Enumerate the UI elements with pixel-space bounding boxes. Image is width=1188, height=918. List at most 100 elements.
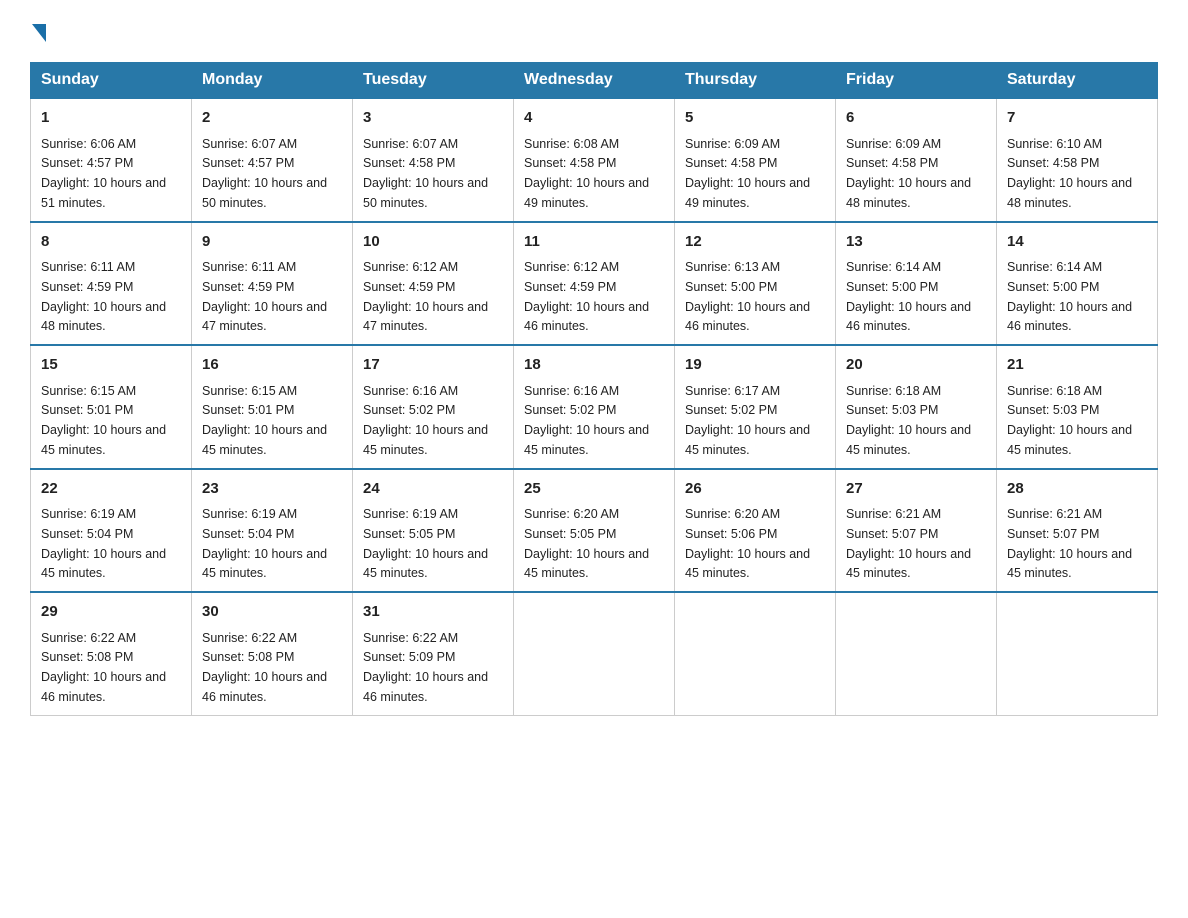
calendar-week-row: 8 Sunrise: 6:11 AM Sunset: 4:59 PM Dayli…: [31, 222, 1158, 346]
day-number: 30: [202, 601, 342, 624]
sunset-info: Sunset: 4:58 PM: [846, 156, 938, 170]
calendar-cell: 14 Sunrise: 6:14 AM Sunset: 5:00 PM Dayl…: [997, 222, 1158, 346]
daylight-info: Daylight: 10 hours and 45 minutes.: [41, 547, 166, 581]
calendar-cell: 3 Sunrise: 6:07 AM Sunset: 4:58 PM Dayli…: [353, 98, 514, 222]
calendar-header: SundayMondayTuesdayWednesdayThursdayFrid…: [31, 63, 1158, 99]
daylight-info: Daylight: 10 hours and 51 minutes.: [41, 176, 166, 210]
sunset-info: Sunset: 5:07 PM: [1007, 527, 1099, 541]
sunrise-info: Sunrise: 6:16 AM: [363, 384, 458, 398]
sunset-info: Sunset: 5:07 PM: [846, 527, 938, 541]
daylight-info: Daylight: 10 hours and 45 minutes.: [524, 423, 649, 457]
calendar-cell: 11 Sunrise: 6:12 AM Sunset: 4:59 PM Dayl…: [514, 222, 675, 346]
sunset-info: Sunset: 5:02 PM: [363, 403, 455, 417]
sunset-info: Sunset: 5:04 PM: [41, 527, 133, 541]
sunrise-info: Sunrise: 6:15 AM: [41, 384, 136, 398]
calendar-cell: 2 Sunrise: 6:07 AM Sunset: 4:57 PM Dayli…: [192, 98, 353, 222]
sunrise-info: Sunrise: 6:21 AM: [1007, 507, 1102, 521]
day-number: 4: [524, 107, 664, 130]
calendar-cell: 22 Sunrise: 6:19 AM Sunset: 5:04 PM Dayl…: [31, 469, 192, 593]
sunrise-info: Sunrise: 6:08 AM: [524, 137, 619, 151]
sunrise-info: Sunrise: 6:14 AM: [846, 260, 941, 274]
daylight-info: Daylight: 10 hours and 46 minutes.: [41, 670, 166, 704]
sunrise-info: Sunrise: 6:18 AM: [846, 384, 941, 398]
logo: [30, 20, 46, 44]
calendar-cell: 31 Sunrise: 6:22 AM Sunset: 5:09 PM Dayl…: [353, 592, 514, 715]
day-number: 19: [685, 354, 825, 377]
sunrise-info: Sunrise: 6:18 AM: [1007, 384, 1102, 398]
sunrise-info: Sunrise: 6:19 AM: [363, 507, 458, 521]
sunset-info: Sunset: 5:08 PM: [202, 650, 294, 664]
day-header-thursday: Thursday: [675, 63, 836, 99]
sunset-info: Sunset: 4:59 PM: [41, 280, 133, 294]
sunrise-info: Sunrise: 6:19 AM: [41, 507, 136, 521]
daylight-info: Daylight: 10 hours and 45 minutes.: [846, 547, 971, 581]
calendar-cell: 13 Sunrise: 6:14 AM Sunset: 5:00 PM Dayl…: [836, 222, 997, 346]
daylight-info: Daylight: 10 hours and 49 minutes.: [685, 176, 810, 210]
calendar-cell: 30 Sunrise: 6:22 AM Sunset: 5:08 PM Dayl…: [192, 592, 353, 715]
day-number: 25: [524, 478, 664, 501]
sunset-info: Sunset: 4:59 PM: [202, 280, 294, 294]
sunset-info: Sunset: 5:01 PM: [41, 403, 133, 417]
calendar-cell: 27 Sunrise: 6:21 AM Sunset: 5:07 PM Dayl…: [836, 469, 997, 593]
day-header-wednesday: Wednesday: [514, 63, 675, 99]
daylight-info: Daylight: 10 hours and 45 minutes.: [202, 423, 327, 457]
sunset-info: Sunset: 4:59 PM: [363, 280, 455, 294]
calendar-cell: [997, 592, 1158, 715]
sunset-info: Sunset: 4:58 PM: [524, 156, 616, 170]
daylight-info: Daylight: 10 hours and 48 minutes.: [41, 300, 166, 334]
sunset-info: Sunset: 5:06 PM: [685, 527, 777, 541]
day-header-monday: Monday: [192, 63, 353, 99]
daylight-info: Daylight: 10 hours and 45 minutes.: [363, 423, 488, 457]
calendar-week-row: 29 Sunrise: 6:22 AM Sunset: 5:08 PM Dayl…: [31, 592, 1158, 715]
sunrise-info: Sunrise: 6:06 AM: [41, 137, 136, 151]
day-number: 26: [685, 478, 825, 501]
sunrise-info: Sunrise: 6:21 AM: [846, 507, 941, 521]
logo-arrow-icon: [32, 24, 46, 42]
day-header-tuesday: Tuesday: [353, 63, 514, 99]
day-number: 10: [363, 231, 503, 254]
day-number: 3: [363, 107, 503, 130]
sunrise-info: Sunrise: 6:09 AM: [846, 137, 941, 151]
sunset-info: Sunset: 5:00 PM: [1007, 280, 1099, 294]
calendar-cell: 17 Sunrise: 6:16 AM Sunset: 5:02 PM Dayl…: [353, 345, 514, 469]
day-header-friday: Friday: [836, 63, 997, 99]
sunset-info: Sunset: 5:03 PM: [846, 403, 938, 417]
calendar-cell: 29 Sunrise: 6:22 AM Sunset: 5:08 PM Dayl…: [31, 592, 192, 715]
calendar-cell: 20 Sunrise: 6:18 AM Sunset: 5:03 PM Dayl…: [836, 345, 997, 469]
sunset-info: Sunset: 5:00 PM: [685, 280, 777, 294]
calendar-week-row: 1 Sunrise: 6:06 AM Sunset: 4:57 PM Dayli…: [31, 98, 1158, 222]
day-number: 11: [524, 231, 664, 254]
calendar-cell: 25 Sunrise: 6:20 AM Sunset: 5:05 PM Dayl…: [514, 469, 675, 593]
calendar-cell: 18 Sunrise: 6:16 AM Sunset: 5:02 PM Dayl…: [514, 345, 675, 469]
sunrise-info: Sunrise: 6:14 AM: [1007, 260, 1102, 274]
day-number: 20: [846, 354, 986, 377]
daylight-info: Daylight: 10 hours and 45 minutes.: [41, 423, 166, 457]
daylight-info: Daylight: 10 hours and 45 minutes.: [1007, 547, 1132, 581]
day-number: 8: [41, 231, 181, 254]
daylight-info: Daylight: 10 hours and 46 minutes.: [685, 300, 810, 334]
daylight-info: Daylight: 10 hours and 50 minutes.: [202, 176, 327, 210]
calendar-cell: 12 Sunrise: 6:13 AM Sunset: 5:00 PM Dayl…: [675, 222, 836, 346]
daylight-info: Daylight: 10 hours and 45 minutes.: [685, 547, 810, 581]
daylight-info: Daylight: 10 hours and 46 minutes.: [363, 670, 488, 704]
calendar-cell: 7 Sunrise: 6:10 AM Sunset: 4:58 PM Dayli…: [997, 98, 1158, 222]
sunset-info: Sunset: 4:58 PM: [1007, 156, 1099, 170]
day-number: 13: [846, 231, 986, 254]
daylight-info: Daylight: 10 hours and 50 minutes.: [363, 176, 488, 210]
sunrise-info: Sunrise: 6:22 AM: [202, 631, 297, 645]
sunset-info: Sunset: 4:57 PM: [41, 156, 133, 170]
calendar-cell: 21 Sunrise: 6:18 AM Sunset: 5:03 PM Dayl…: [997, 345, 1158, 469]
day-number: 15: [41, 354, 181, 377]
calendar-cell: 15 Sunrise: 6:15 AM Sunset: 5:01 PM Dayl…: [31, 345, 192, 469]
sunrise-info: Sunrise: 6:22 AM: [363, 631, 458, 645]
daylight-info: Daylight: 10 hours and 45 minutes.: [846, 423, 971, 457]
sunrise-info: Sunrise: 6:07 AM: [363, 137, 458, 151]
calendar-cell: 23 Sunrise: 6:19 AM Sunset: 5:04 PM Dayl…: [192, 469, 353, 593]
day-number: 28: [1007, 478, 1147, 501]
calendar-cell: [514, 592, 675, 715]
calendar-cell: 5 Sunrise: 6:09 AM Sunset: 4:58 PM Dayli…: [675, 98, 836, 222]
daylight-info: Daylight: 10 hours and 45 minutes.: [202, 547, 327, 581]
daylight-info: Daylight: 10 hours and 45 minutes.: [524, 547, 649, 581]
daylight-info: Daylight: 10 hours and 45 minutes.: [685, 423, 810, 457]
calendar-cell: 9 Sunrise: 6:11 AM Sunset: 4:59 PM Dayli…: [192, 222, 353, 346]
